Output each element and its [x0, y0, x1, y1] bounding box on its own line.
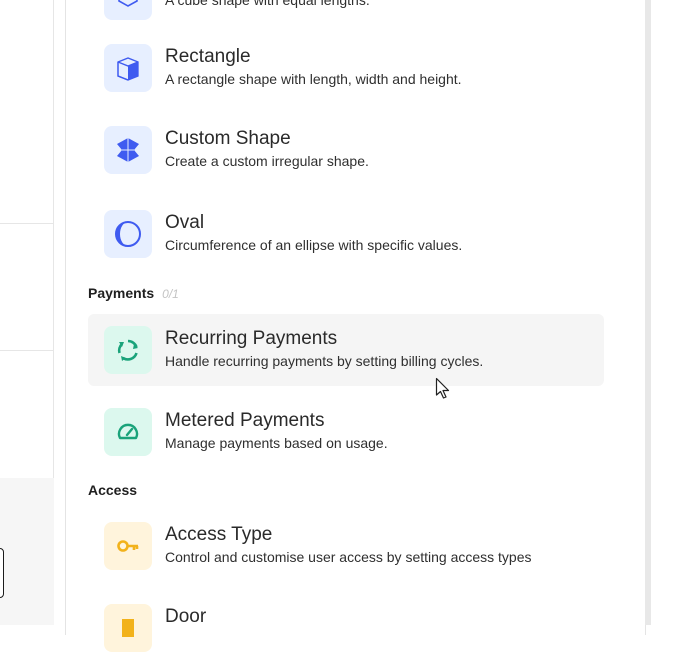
rectangle-box-icon: [104, 44, 152, 92]
access-item-title: Access Type: [165, 524, 273, 545]
section-label: Access: [88, 482, 138, 498]
gauge-icon: [104, 408, 152, 456]
key-icon: [104, 522, 152, 570]
shape-item-desc: A cube shape with equal lengths.: [165, 0, 370, 8]
payment-item-desc: Manage payments based on usage.: [165, 435, 388, 451]
background-page: [0, 0, 54, 625]
shape-item-desc: A rectangle shape with length, width and…: [165, 71, 462, 87]
shape-item-title: Rectangle: [165, 46, 251, 67]
recurring-icon: [104, 326, 152, 374]
background-section: [0, 478, 54, 625]
shape-item-custom-shape[interactable]: Custom Shape Create a custom irregular s…: [88, 114, 604, 186]
door-icon: [104, 604, 152, 652]
access-item-door[interactable]: Door: [88, 592, 604, 664]
background-button: [0, 548, 4, 598]
access-item-desc: Control and customise user access by set…: [165, 549, 532, 565]
shape-item-desc: Create a custom irregular shape.: [165, 153, 369, 169]
background-right: [651, 0, 673, 625]
payment-item-metered[interactable]: Metered Payments Manage payments based o…: [88, 396, 604, 468]
shape-item-title: Oval: [165, 212, 205, 233]
divider: [0, 350, 54, 351]
divider: [0, 223, 54, 224]
shape-item-title: Custom Shape: [165, 128, 291, 149]
cube-icon: [104, 0, 152, 20]
payment-item-title: Recurring Payments: [165, 328, 338, 349]
payment-item-recurring[interactable]: Recurring Payments Handle recurring paym…: [88, 314, 604, 386]
mouse-cursor-icon: [435, 377, 453, 406]
section-header-access: Access: [88, 482, 137, 498]
section-count: 0/1: [162, 287, 179, 301]
oval-icon: [104, 210, 152, 258]
shape-item-rectangle[interactable]: Rectangle A rectangle shape with length,…: [88, 32, 604, 104]
shape-item-oval[interactable]: Oval Circumference of an ellipse with sp…: [88, 198, 604, 270]
shape-item-cube[interactable]: A cube shape with equal lengths.: [88, 0, 604, 32]
section-label: Payments: [88, 285, 155, 301]
section-header-payments: Payments 0/1: [88, 285, 179, 301]
gap: [54, 0, 65, 625]
payment-item-title: Metered Payments: [165, 410, 325, 431]
shape-item-desc: Circumference of an ellipse with specifi…: [165, 237, 463, 253]
custom-shape-icon: [104, 126, 152, 174]
access-item-access-type[interactable]: Access Type Control and customise user a…: [88, 510, 604, 582]
payment-item-desc: Handle recurring payments by setting bil…: [165, 353, 484, 369]
